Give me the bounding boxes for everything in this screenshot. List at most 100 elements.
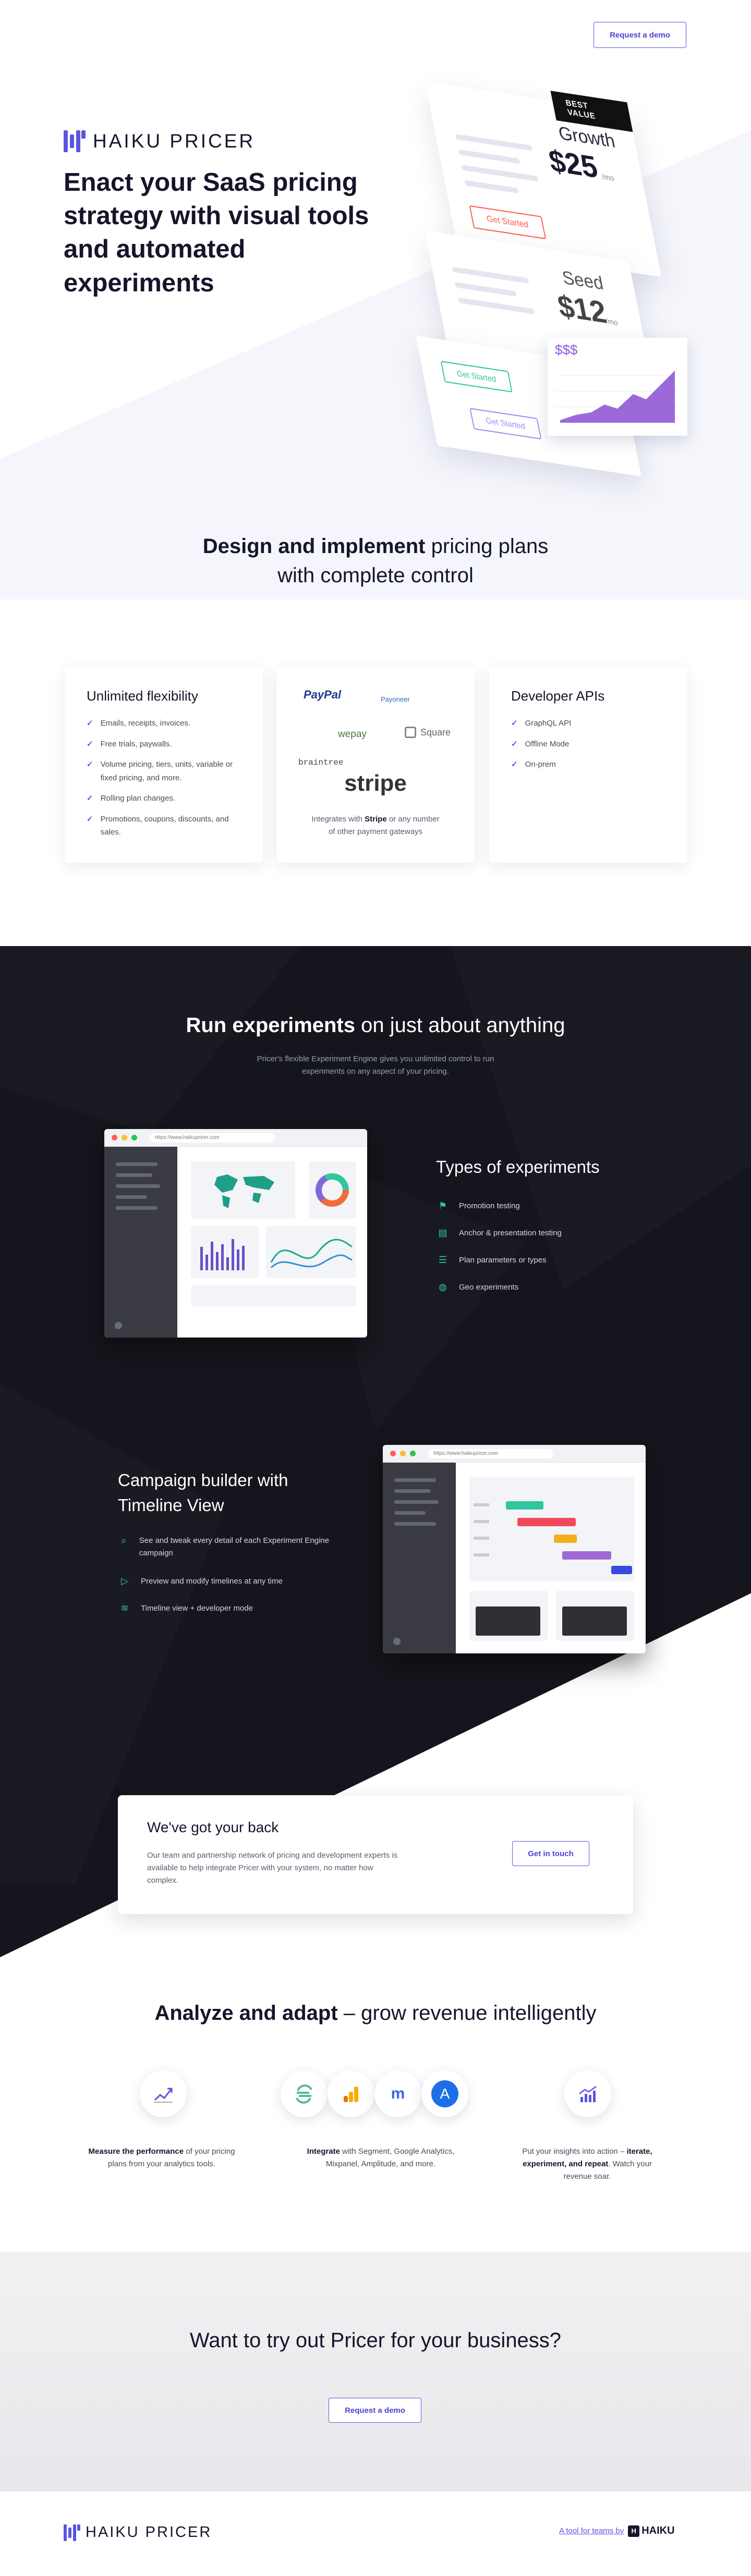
timeline-gantt-panel [469,1477,634,1581]
list-item: ▤ Anchor & presentation testing [436,1227,645,1238]
pricing-illustration: BEST VALUE Growth $25 /mo Get Started Se… [323,73,720,477]
revenue-circle [564,2070,611,2117]
stripe-logo: stripe [344,770,407,796]
list-item: ✓ Promotions, coupons, discounts, and sal… [87,813,241,839]
list-item: ✓ GraphQL API [511,717,665,730]
mixpanel-icon: m [391,2085,405,2102]
line-panel [266,1226,356,1278]
avatar [115,1322,122,1329]
donut-panel [309,1161,356,1219]
segment-icon [296,2084,312,2104]
enterprise-get-started-button[interactable]: Get Started [469,408,542,440]
anchor-icon: ▤ [438,1227,447,1238]
footer-credit-link[interactable]: A tool for teams by [559,2526,624,2535]
analytics-circle [140,2070,187,2117]
browser-sidebar [104,1147,177,1338]
developer-apis-card: Developer APIs ✓ GraphQL API ✓ Offline Mod… [489,667,687,863]
check-icon: ✓ [511,739,518,749]
types-of-experiments-title: Types of experiments [436,1157,600,1176]
browser-sidebar [383,1463,456,1653]
request-demo-button-header[interactable]: Request a demo [593,22,686,48]
list-item: ▷ Preview and modify timelines at any tim… [118,1575,337,1587]
square-icon [405,727,416,738]
support-text: Our team and partnership network of pric… [147,1851,398,1885]
check-icon: ✓ [87,760,93,769]
braintree-logo: braintree [298,758,344,767]
support-card: We've got your back Our team and partner… [118,1795,633,1914]
list-item: ◍ Geo experiments [436,1281,645,1293]
browser-url: https://www.haikupricer.com [150,1133,275,1143]
avatar [393,1638,401,1645]
magnify-icon: ⌕ [121,1535,127,1545]
list-item: ✓ Free trials, paywalls. [87,738,241,751]
support-title: We've got your back [147,1819,279,1835]
list-item: ✓ Offline Mode [511,738,665,751]
wepay-logo: wepay [338,729,367,740]
preview-icon: ▷ [121,1575,128,1586]
check-icon: ✓ [87,739,93,749]
growth-get-started-button[interactable]: Get Started [469,205,547,240]
haiku-logo-icon [64,2524,80,2541]
starter-get-started-button[interactable]: Get Started [440,361,513,392]
cta-title: Want to try out Pricer for your business… [189,2329,562,2352]
flexibility-title: Unlimited flexibility [87,688,198,704]
amplitude-circle: A [421,2070,468,2117]
parameters-icon: ☰ [438,1254,447,1265]
world-map-panel [191,1161,295,1219]
list-item: ✓ Emails, receipts, invoices. [87,717,241,730]
promotion-icon: ⚑ [438,1200,447,1211]
browser-toolbar: https://www.haikupricer.com [104,1129,367,1147]
revenue-label: $$$ [555,342,578,358]
experiments-subtitle: Pricer's flexible Experiment Engine give… [257,1054,494,1076]
list-item: ⚑ Promotion testing [436,1200,645,1211]
paypal-logo: PayPal [304,688,342,701]
list-item: ✓ On-prem [511,758,665,771]
request-demo-button-cta[interactable]: Request a demo [329,2398,421,2423]
gateways-card: PayPal Payoneer wepay Square braintree s… [276,667,475,863]
revenue-growth-icon [579,2086,597,2102]
action-text: Put your insights into action – iterate,… [522,2147,652,2181]
page: Request a demo HAIKU PRICER Enact your S… [0,0,751,2576]
payoneer-logo: Payoneer [381,695,410,703]
design-section-title: Design and implement pricing plans with … [0,532,751,590]
campaign-features-list: ⌕ See and tweak every detail of each Expe… [118,1535,337,1629]
list-item: ☰ Plan parameters or types [436,1254,645,1266]
footer-brand-name: HAIKU PRICER [86,2524,212,2541]
browser-url: https://www.haikupricer.com [428,1449,553,1458]
measure-text: Measure the performance of your pricing … [88,2147,235,2168]
timeline-icon: ≋ [120,1602,129,1613]
google-analytics-icon [344,2087,358,2102]
haiku-logo-icon [64,130,86,152]
square-logo: Square [405,727,451,738]
footer-credit[interactable]: A tool for teams by H HAIKU [559,2525,675,2537]
check-icon: ✓ [511,719,518,728]
globe-icon: ◍ [439,1281,447,1292]
check-icon: ✓ [87,719,93,728]
timeline-browser-mockup: https://www.haikupricer.com [383,1445,646,1653]
get-in-touch-button[interactable]: Get in touch [512,1841,589,1866]
segment-circle [281,2070,328,2117]
bar-panel [191,1226,259,1278]
design-title-rest: pricing plans [431,535,549,558]
chart-growth-icon [154,2088,173,2103]
list-item: ≋ Timeline view + developer mode [118,1602,337,1614]
flexibility-list: ✓ Emails, receipts, invoices. ✓ Free trial… [87,717,241,839]
haiku-icon: H [628,2525,640,2537]
amplitude-icon: A [431,2080,458,2107]
footer-logo[interactable]: HAIKU PRICER [64,2524,212,2541]
brand-logo[interactable]: HAIKU PRICER [64,130,255,152]
design-title-bold: Design and implement [202,535,426,558]
check-icon: ✓ [87,814,93,824]
developer-apis-list: ✓ GraphQL API ✓ Offline Mode ✓ On-prem [511,717,665,771]
analyze-title: Analyze and adapt – grow revenue intelli… [154,2002,597,2025]
list-item: ✓ Volume pricing, tiers, units, variable … [87,758,241,784]
revenue-chart-card: $$$ [548,338,687,436]
revenue-area-chart [555,371,680,423]
google-analytics-circle [328,2070,374,2117]
growth-plan-period: /mo [601,171,615,183]
campaign-builder-title: Campaign builder with Timeline View [118,1470,288,1515]
list-item: ⌕ See and tweak every detail of each Expe… [118,1535,337,1560]
haiku-logo: H HAIKU [628,2525,675,2537]
mixpanel-circle: m [374,2070,421,2117]
gateways-text: Integrates with Stripe or any number of … [311,815,440,836]
